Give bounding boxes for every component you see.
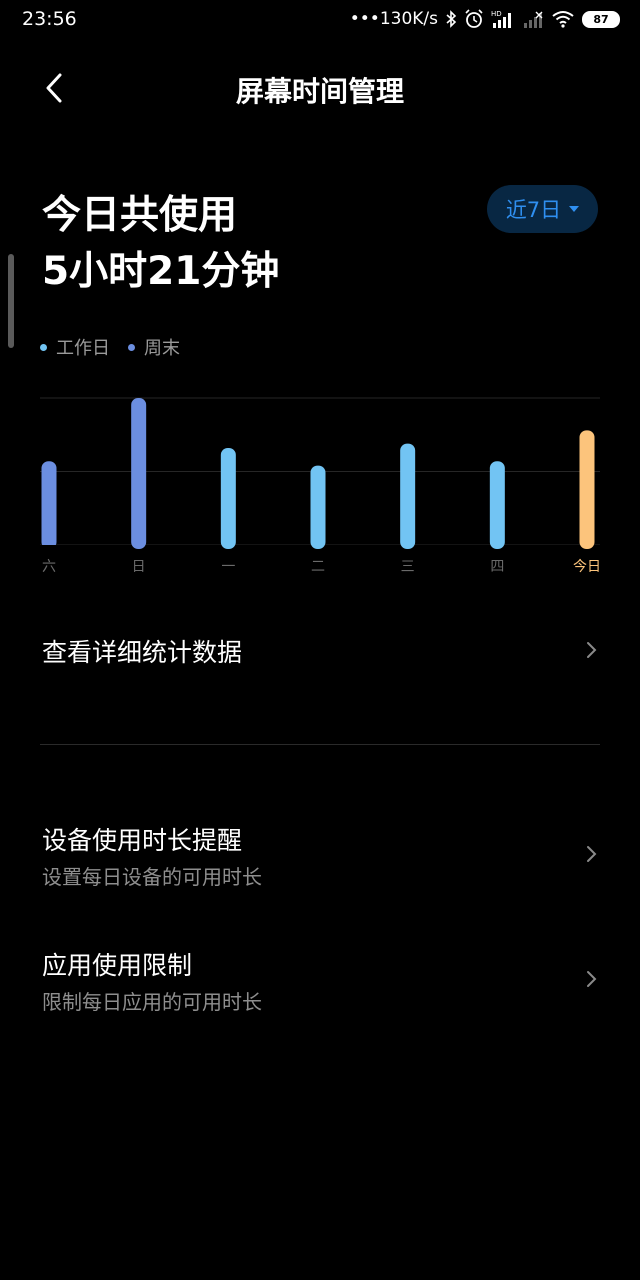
app-header: 屏幕时间管理 — [0, 56, 640, 120]
status-bar: 23:56 •••130K/s HD 87 — [0, 0, 640, 40]
chart-legend: 工作日 周末 — [40, 334, 180, 360]
usage-summary-label: 今日共使用 — [42, 193, 238, 238]
battery-icon: 87 — [582, 10, 620, 28]
view-details-row[interactable]: 查看详细统计数据 — [0, 615, 640, 689]
app-limit-row[interactable]: 应用使用限制 限制每日应用的可用时长 — [0, 940, 640, 1020]
chart-x-tick-label: 六 — [42, 559, 56, 575]
legend-weekend-dot — [128, 343, 135, 351]
chart-x-tick-label: 今日 — [573, 559, 601, 575]
divider — [40, 744, 600, 745]
alarm-icon — [465, 9, 483, 28]
bluetooth-icon — [446, 10, 457, 28]
device-reminder-title: 设备使用时长提醒 — [42, 826, 243, 855]
hd-signal-icon: HD — [491, 10, 511, 28]
legend-weekend-label: 周末 — [144, 338, 180, 359]
wifi-icon — [552, 11, 574, 28]
chart-x-tick-label: 二 — [311, 559, 325, 575]
app-limit-subtitle: 限制每日应用的可用时长 — [42, 990, 262, 1014]
chart-bar[interactable] — [131, 398, 147, 549]
page-title: 屏幕时间管理 — [235, 75, 404, 108]
usage-bar-chart-svg: 六 日 一 二 三 四 今日 — [0, 397, 640, 575]
range-selector-label: 近7日 — [505, 198, 562, 222]
chart-bar[interactable] — [310, 465, 326, 549]
legend-weekend: 周末 — [128, 334, 180, 360]
legend-weekday-dot — [40, 343, 47, 351]
status-icons: •••130K/s HD 87 — [350, 6, 620, 32]
chart-x-tick-label: 日 — [132, 559, 146, 575]
chart-bar[interactable] — [41, 461, 57, 549]
chart-bar[interactable] — [400, 443, 416, 549]
svg-text:HD: HD — [491, 10, 502, 18]
chart-x-tick-label: 一 — [221, 559, 235, 575]
device-reminder-row[interactable]: 设备使用时长提醒 设置每日设备的可用时长 — [0, 815, 640, 895]
device-reminder-subtitle: 设置每日设备的可用时长 — [42, 865, 262, 889]
usage-bar-chart: 六 日 一 二 三 四 今日 — [0, 380, 640, 580]
status-time: 23:56 — [22, 8, 77, 30]
range-selector-button[interactable]: 近7日 — [487, 185, 598, 233]
scroll-indicator[interactable] — [8, 254, 14, 348]
view-details-title: 查看详细统计数据 — [42, 638, 243, 667]
chart-bar[interactable] — [489, 461, 505, 549]
chevron-right-icon — [587, 846, 597, 862]
chevron-right-icon — [587, 642, 597, 658]
legend-weekday: 工作日 — [40, 334, 110, 360]
chart-bar[interactable] — [220, 447, 236, 549]
chart-x-tick-label: 四 — [490, 559, 504, 575]
usage-summary-value: 5小时21分钟 — [42, 249, 280, 294]
network-speed: •••130K/s — [349, 9, 438, 29]
app-limit-title: 应用使用限制 — [42, 951, 193, 980]
legend-weekday-label: 工作日 — [56, 338, 110, 359]
chart-x-tick-label: 三 — [401, 559, 415, 575]
no-signal-icon — [524, 11, 543, 28]
chart-bar[interactable] — [579, 430, 595, 549]
chevron-right-icon — [587, 971, 597, 987]
caret-down-icon — [569, 206, 580, 212]
